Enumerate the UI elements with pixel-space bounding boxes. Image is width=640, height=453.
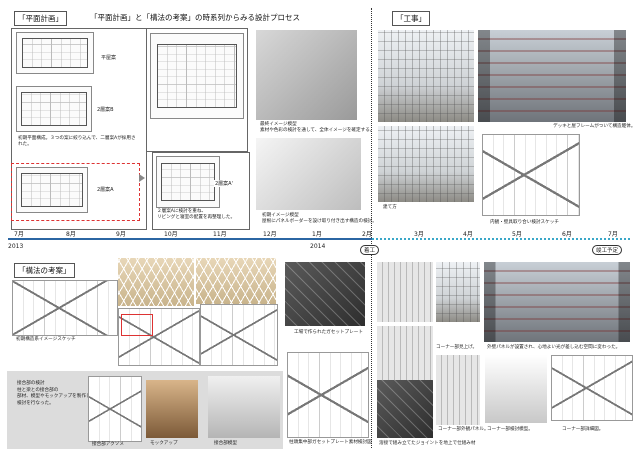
- page-title: 「平面計画」と「構法の考案」の時系列からみる設計プロセス: [90, 13, 300, 22]
- plan-drawing-5: [156, 156, 220, 208]
- completion-badge: 竣工予定: [592, 245, 623, 255]
- structure-sketch-caption: 初期構造系イメージスケッチ: [16, 337, 76, 342]
- timeline-year: 2014: [310, 243, 326, 250]
- arrow-right-icon: [139, 174, 145, 182]
- mockup-caption: モックアップ: [150, 441, 178, 446]
- timeline-year: 2013: [8, 243, 24, 250]
- joint-photo: [377, 380, 433, 438]
- axon-caption: 接合部アクソメ: [92, 442, 124, 447]
- framing-photo: [378, 126, 474, 202]
- start-badge: 着工: [360, 245, 380, 255]
- corner-up-photo-1: [377, 262, 433, 322]
- phase-divider: [371, 8, 372, 448]
- structure-drawing-2: [200, 304, 278, 366]
- corner-detail-drawing: [551, 355, 633, 421]
- deck-interior-photo: [478, 30, 626, 122]
- corner-up-photo-2: [436, 262, 480, 322]
- section-label-plan: 「平面計画」: [14, 11, 67, 26]
- highlight-frame: [121, 314, 153, 336]
- timeline-month: 4月: [463, 231, 473, 238]
- final-model-caption: 最終イメージ模型 素材や色彩の検討を通して、全体イメージを確定する。: [260, 122, 375, 133]
- joint-axonometric: [88, 376, 142, 442]
- joint-caption: 溶接で組み立てたジョイントを地上で仕組み材: [379, 441, 476, 446]
- plan-drawing-3: [16, 167, 88, 213]
- plan-drawing-1: [16, 32, 94, 74]
- plan-drawing-4: [150, 33, 244, 119]
- timeline-month: 2月: [362, 231, 372, 238]
- timeline-month: 8月: [66, 231, 76, 238]
- timeline-month: 3月: [414, 231, 424, 238]
- construction-site-photo: [378, 30, 474, 122]
- timeline-month: 7月: [608, 231, 618, 238]
- interior-sketch: [482, 134, 580, 216]
- joint-model-photo: [208, 376, 280, 438]
- timeline-month: 1月: [312, 231, 322, 238]
- interior-sketch-caption: 内観・壁具取り合い検討スケッチ: [490, 220, 559, 225]
- final-model-photo: [256, 30, 357, 120]
- structure-model-1: [118, 258, 194, 306]
- timeline-month: 5月: [512, 231, 522, 238]
- gusset-plate-caption: 工場で作られたガセットプレート: [294, 330, 363, 335]
- framing-caption: 建て方: [383, 205, 397, 210]
- timeline-month: 12月: [263, 231, 277, 238]
- gusset-plate-photo: [285, 262, 365, 326]
- timeline-month: 10月: [164, 231, 178, 238]
- corner-detail-caption: コーナー部詳細図。: [562, 427, 604, 432]
- mockup-photo: [146, 380, 198, 438]
- deck-caption: デッキと屋フレームがついて構造躯体。: [553, 124, 636, 129]
- corner-panel-photo: [436, 355, 480, 425]
- corner-model-photo: [485, 355, 547, 423]
- gusset-pattern-drawing: [287, 352, 369, 438]
- plan-label-3: 2層案A: [96, 186, 115, 193]
- timeline-month: 7月: [14, 231, 24, 238]
- timeline-bar: [8, 238, 372, 240]
- plan-caption-2: ２層案Aに検討を重ね、 リビングと寝室の配置を再整理した。: [157, 209, 236, 220]
- joint-model-caption: 接合部模型: [214, 441, 237, 446]
- timeline-bar-future: [372, 238, 630, 240]
- plan-label-1: 平屋案: [100, 54, 118, 61]
- structure-model-2: [196, 258, 276, 304]
- timeline-month: 11月: [213, 231, 227, 238]
- panel-caption: 外壁パネルが設置され、心地よい光が差し込む空間に変わった。: [487, 345, 621, 350]
- corner-up-caption: コーナー部見上げ。: [436, 345, 478, 350]
- timeline-month: 9月: [116, 231, 126, 238]
- section-label-construction: 「工事」: [392, 11, 430, 26]
- corner-model-caption: コーナー部検討模型。: [487, 427, 533, 432]
- plan-drawing-2: [16, 86, 92, 132]
- panel-interior-photo: [484, 262, 630, 342]
- initial-model-photo: [256, 138, 361, 210]
- gusset-pattern-caption: 柱頭集中部ガセットプレート素材検討図: [289, 440, 372, 445]
- structure-sketch: [12, 280, 118, 336]
- section-label-structure: 「構法の考案」: [14, 263, 75, 278]
- initial-model-caption: 初期イメージ模型 屋根にパネルボーダーを設け取り付き出す構造の検討。: [262, 213, 377, 224]
- timeline-month: 6月: [562, 231, 572, 238]
- corner-panel-caption: コーナー部外観パネル。: [438, 427, 489, 432]
- plan-label-4: 2層案A': [214, 180, 234, 187]
- plan-label-2: 2層案B: [96, 106, 115, 113]
- plan-caption-1: 初期平面構成。３つの案に絞り込んで、二層案Aが採用された。: [18, 136, 136, 147]
